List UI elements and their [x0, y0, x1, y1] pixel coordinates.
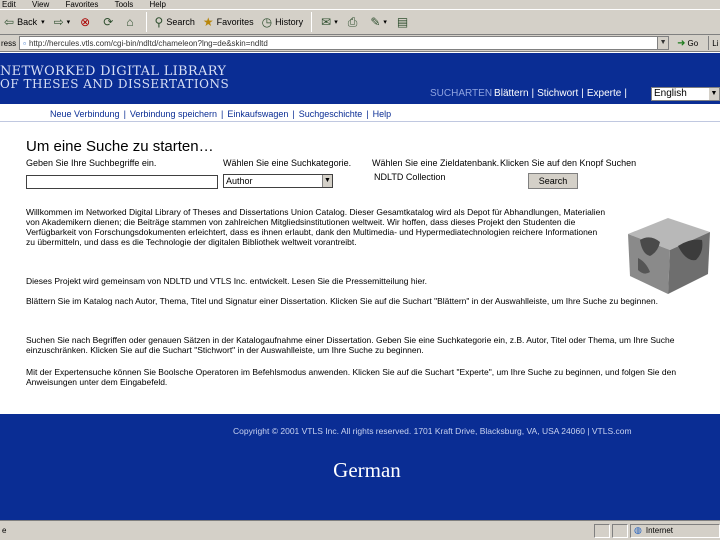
- back-arrow-icon: ⇦: [4, 15, 15, 29]
- favorites-button[interactable]: ★ Favorites: [199, 11, 258, 33]
- home-icon: ⌂: [126, 15, 134, 29]
- stop-icon: ⊗: [80, 15, 91, 29]
- refresh-icon: ⟳: [103, 15, 114, 29]
- menu-view[interactable]: View: [32, 0, 49, 9]
- mail-icon: ✉: [321, 15, 332, 29]
- click-search-label: Klicken Sie auf den Knopf Suchen: [500, 158, 637, 168]
- search-input[interactable]: [26, 175, 218, 189]
- browser-toolbar: ⇦ Back ▾ ⇨ ▾ ⊗ ⟳ ⌂ ⚲ Search ★ Favorites …: [0, 9, 720, 35]
- toolbar-separator: [311, 12, 313, 32]
- chevron-down-icon: ▾: [334, 19, 338, 26]
- database-value[interactable]: NDLTD Collection: [374, 172, 445, 182]
- nav-keyword[interactable]: Stichwort: [537, 88, 578, 99]
- sub-navigation: Neue Verbindung | Verbindung speichern |…: [0, 106, 720, 122]
- chevron-down-icon: ▾: [66, 19, 71, 26]
- stop-button[interactable]: ⊗: [75, 11, 98, 33]
- address-input[interactable]: ▫ http://hercules.vtls.com/cgi-bin/ndltd…: [19, 36, 670, 50]
- forward-arrow-icon: ⇨: [53, 15, 64, 29]
- print-button[interactable]: ⎙: [343, 11, 366, 33]
- nav-browse[interactable]: Blättern: [494, 88, 528, 99]
- keyword-paragraph: Suchen Sie nach Begriffen oder genauen S…: [26, 335, 675, 355]
- link-new-connection[interactable]: Neue Verbindung: [50, 109, 120, 119]
- print-icon: ⎙: [347, 14, 358, 29]
- page-title: Um eine Suche zu starten…: [26, 138, 214, 155]
- browser-menubar: Edit View Favorites Tools Help: [0, 0, 720, 9]
- link-search-history[interactable]: Suchgeschichte: [299, 109, 363, 119]
- search-submit-button[interactable]: Search: [528, 173, 578, 189]
- link-help[interactable]: Help: [373, 109, 392, 119]
- address-label: ress: [1, 38, 17, 48]
- chevron-down-icon: ▼: [322, 175, 332, 187]
- search-icon: ⚲: [154, 15, 164, 29]
- logo-line-2: OF THESES AND DISSERTATIONS: [0, 77, 230, 91]
- address-bar: ress ▫ http://hercules.vtls.com/cgi-bin/…: [0, 35, 720, 52]
- address-separator: [708, 36, 710, 50]
- address-dropdown-icon[interactable]: ▼: [657, 37, 669, 49]
- status-cell: [594, 523, 610, 538]
- history-icon: ◷: [261, 15, 273, 29]
- link-shopping-cart[interactable]: Einkaufswagen: [227, 109, 288, 119]
- menu-tools[interactable]: Tools: [115, 0, 134, 9]
- go-button[interactable]: ➜ Go: [677, 38, 698, 49]
- search-button[interactable]: ⚲ Search: [151, 11, 199, 33]
- category-label: Wählen Sie eine Suchkategorie.: [223, 158, 352, 168]
- home-button[interactable]: ⌂: [121, 11, 141, 33]
- chevron-down-icon: ▾: [383, 19, 387, 26]
- category-select[interactable]: Author ▼: [223, 174, 333, 188]
- menu-help[interactable]: Help: [150, 0, 166, 9]
- security-zone: ◍ Internet: [630, 523, 720, 538]
- search-type-nav: SUCHARTEN Blättern | Stichwort | Experte…: [430, 88, 627, 99]
- mail-button[interactable]: ✉ ▾: [316, 11, 343, 33]
- edit-button[interactable]: ✎ ▾: [365, 11, 392, 33]
- status-text: e: [2, 526, 7, 535]
- menu-edit[interactable]: Edit: [2, 0, 16, 9]
- browse-paragraph: Blättern Sie im Katalog nach Autor, Them…: [26, 296, 658, 306]
- copyright-text: Copyright © 2001 VTLS Inc. All rights re…: [233, 426, 632, 436]
- favorites-icon: ★: [202, 15, 214, 29]
- go-arrow-icon: ➜: [677, 37, 686, 49]
- page-icon: ▫: [23, 38, 26, 48]
- project-paragraph: Dieses Projekt wird gemeinsam von NDLTD …: [26, 276, 427, 286]
- forward-button[interactable]: ⇨ ▾: [49, 11, 76, 33]
- toolbar-separator: [145, 12, 147, 32]
- link-save-connection[interactable]: Verbindung speichern: [130, 109, 217, 119]
- back-button[interactable]: ⇦ Back ▾: [0, 11, 49, 33]
- database-label: Wählen Sie eine Zieldatenbank.: [372, 158, 500, 168]
- chevron-down-icon: ▼: [709, 88, 719, 100]
- search-types-label: SUCHARTEN: [430, 88, 493, 99]
- intro-paragraph: Willkommen im Networked Digital Library …: [26, 207, 606, 247]
- nav-expert[interactable]: Experte: [587, 88, 621, 99]
- refresh-button[interactable]: ⟳: [98, 11, 121, 33]
- history-button[interactable]: ◷ History: [258, 11, 308, 33]
- language-select[interactable]: English ▼: [651, 87, 720, 101]
- site-header: NETWORKED DIGITAL LIBRARY OF THESES AND …: [0, 53, 720, 104]
- status-cell: [612, 523, 628, 538]
- site-logo[interactable]: NETWORKED DIGITAL LIBRARY OF THESES AND …: [0, 65, 229, 91]
- site-footer: Copyright © 2001 VTLS Inc. All rights re…: [0, 414, 720, 520]
- globe-cube-image: [628, 218, 710, 294]
- expert-paragraph: Mit der Expertensuche können Sie Boolsch…: [26, 367, 677, 387]
- chevron-down-icon: ▾: [41, 19, 45, 26]
- menu-favorites[interactable]: Favorites: [65, 0, 98, 9]
- edit-icon: ✎: [370, 15, 381, 29]
- search-term-label: Geben Sie Ihre Suchbegriffe ein.: [26, 158, 157, 168]
- internet-globe-icon: ◍: [634, 525, 642, 535]
- browser-statusbar: e ◍ Internet: [0, 520, 720, 540]
- discuss-icon: ▤: [396, 15, 409, 29]
- links-label[interactable]: Li: [712, 39, 718, 48]
- discuss-button[interactable]: ▤: [392, 11, 416, 33]
- language-caption: German: [333, 458, 401, 482]
